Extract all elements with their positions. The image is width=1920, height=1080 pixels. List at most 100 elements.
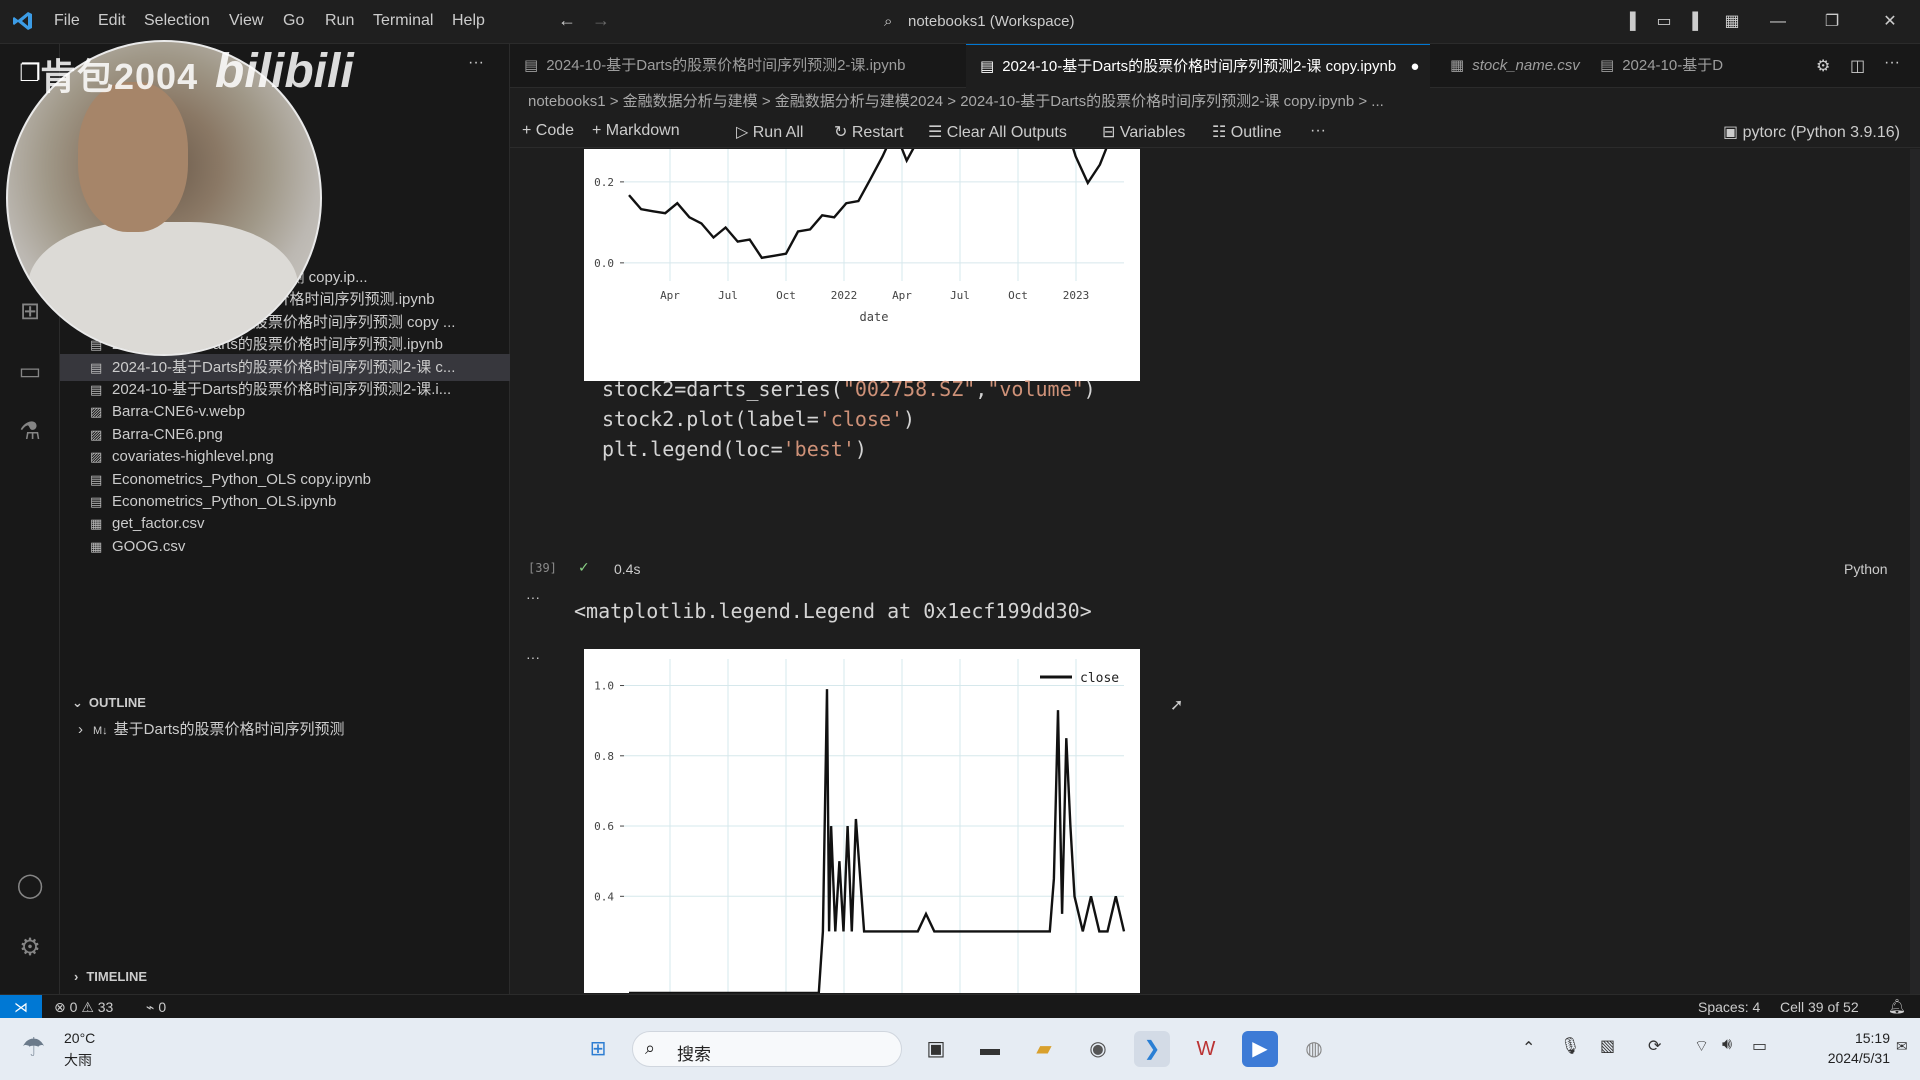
vscode-taskbar-icon[interactable]: ❯: [1134, 1031, 1170, 1067]
weather-desc: 大雨: [64, 1052, 92, 1068]
notebook-editor[interactable]: Apr Jul Oct 2022 Apr Jul Oct 2023 0.0 0.2 date sto…: [510, 149, 1920, 1004]
menu-selection[interactable]: Selection: [144, 12, 210, 30]
add-code-label: Code: [535, 122, 575, 139]
manage-gear-icon[interactable]: ⚙: [14, 932, 46, 964]
menu-edit[interactable]: Edit: [98, 12, 126, 30]
testing-icon[interactable]: ⚗: [14, 416, 46, 448]
clock-date[interactable]: 2024/5/31: [1796, 1050, 1890, 1066]
back-arrow-icon[interactable]: ←: [558, 10, 576, 31]
tab-notebook-copy[interactable]: ▤ 2024-10-基于Darts的股票价格时间序列预测2-课 copy.ipyn…: [966, 44, 1430, 88]
toolbar-more-button[interactable]: ···: [1310, 122, 1326, 140]
indentation-indicator[interactable]: Spaces: 4: [1698, 999, 1760, 1015]
x-tick-label: Apr: [660, 289, 680, 302]
clear-all-outputs-button[interactable]: ☰ Clear All Outputs: [928, 122, 1067, 142]
close-icon[interactable]: ✕: [1874, 8, 1906, 36]
outline-section-header[interactable]: ⌄ OUTLINE: [60, 690, 510, 716]
taskbar-search-box[interactable]: ⌕ 搜索: [632, 1031, 902, 1067]
customize-layout-icon[interactable]: ▦: [1716, 8, 1748, 36]
code-line-1[interactable]: stock2=darts_series("002758.SZ","volume"…: [602, 377, 1096, 401]
windows-start-icon[interactable]: ⊞: [580, 1031, 616, 1067]
taskview-icon[interactable]: ▣: [918, 1031, 954, 1067]
code-line-3[interactable]: plt.legend(loc='best'): [602, 437, 867, 461]
price-plot-output: Apr Jul Oct 2022 Apr Jul Oct 2023 0.0 0.2 date: [584, 149, 1140, 381]
remote-explorer-icon[interactable]: ▭: [14, 356, 46, 388]
accounts-icon[interactable]: ◯: [14, 870, 46, 902]
menu-view[interactable]: View: [229, 12, 263, 30]
y-tick-label: 0.8: [594, 750, 614, 763]
notebook-settings-gear-icon[interactable]: ⚙: [1816, 56, 1830, 76]
tab-label: 2024-10-基于Darts的股票价格时间序列预测2-课 copy.ipynb: [1002, 58, 1397, 75]
outline-icon: ☷: [1212, 124, 1231, 141]
menu-go[interactable]: Go: [283, 12, 304, 30]
add-markdown-cell-button[interactable]: + Markdown: [592, 122, 680, 140]
wps-icon[interactable]: W: [1188, 1031, 1224, 1067]
vscode-logo-icon[interactable]: [12, 10, 34, 32]
tab-notebook-third[interactable]: ▤ 2024-10-基于D: [1586, 44, 1746, 88]
scrollbar[interactable]: [1910, 149, 1920, 1004]
outline-button[interactable]: ☷ Outline: [1212, 122, 1282, 142]
timeline-section-header[interactable]: › TIMELINE: [60, 964, 510, 990]
volume-plot-output: 0.4 0.6 0.8 1.0 close: [584, 649, 1140, 995]
restore-icon[interactable]: ❐: [1816, 8, 1848, 36]
terminal-app-icon[interactable]: ▬: [972, 1031, 1008, 1067]
minimize-icon[interactable]: —: [1762, 8, 1794, 36]
file-item[interactable]: ▦ GOOG.csv: [90, 533, 490, 560]
clock-time[interactable]: 15:19: [1830, 1030, 1890, 1046]
notifications-bell-icon[interactable]: 🔔︎: [1888, 998, 1906, 1015]
tray-app-icon[interactable]: ▧: [1600, 1036, 1615, 1056]
code-line-2[interactable]: stock2.plot(label='close'): [602, 407, 915, 431]
toggle-secondary-sidebar-icon[interactable]: ▌: [1682, 8, 1714, 36]
weather-icon[interactable]: ☂: [22, 1032, 45, 1063]
kernel-picker[interactable]: ▣ pytorc (Python 3.9.16): [1723, 122, 1900, 142]
menu-terminal[interactable]: Terminal: [373, 12, 433, 30]
wifi-icon[interactable]: ⌔: [1694, 1036, 1709, 1056]
split-editor-icon[interactable]: ◫: [1850, 56, 1865, 76]
toggle-panel-icon[interactable]: ▭: [1648, 8, 1680, 36]
explorer-more-icon[interactable]: ···: [468, 54, 484, 72]
menu-help[interactable]: Help: [452, 12, 485, 30]
command-center[interactable]: ⌕ notebooks1 (Workspace): [880, 8, 1200, 36]
unsaved-dot-icon[interactable]: ●: [1410, 58, 1419, 75]
file-item-label: get_factor.csv: [112, 515, 205, 533]
run-all-button[interactable]: ▷ Run All: [736, 122, 803, 142]
add-code-cell-button[interactable]: + Code: [522, 122, 574, 140]
tray-sync-icon[interactable]: ⟳: [1648, 1036, 1661, 1056]
output-more-icon[interactable]: ···: [526, 649, 540, 665]
problems-indicator[interactable]: ⊗ 0 ⚠ 33: [54, 999, 113, 1016]
outline-item[interactable]: › M↓ 基于Darts的股票价格时间序列预测: [78, 716, 478, 743]
breadcrumb[interactable]: notebooks1 > 金融数据分析与建模 > 金融数据分析与建模2024 >…: [528, 90, 1384, 111]
command-center-label: notebooks1 (Workspace): [908, 13, 1075, 30]
chevron-down-icon: ⌄: [72, 695, 83, 710]
cell-position-indicator[interactable]: Cell 39 of 52: [1780, 999, 1859, 1015]
battery-icon[interactable]: ▭: [1752, 1036, 1767, 1056]
notification-center-icon[interactable]: ✉: [1896, 1038, 1908, 1055]
code-token: stock2=darts_series(: [602, 377, 843, 401]
restart-button[interactable]: ↻ Restart: [834, 122, 903, 142]
menu-file[interactable]: File: [54, 12, 80, 30]
variables-button[interactable]: ⊟ Variables: [1102, 122, 1185, 142]
screen-recorder-icon[interactable]: ▶: [1242, 1031, 1278, 1067]
forward-arrow-icon[interactable]: →: [592, 10, 610, 31]
toggle-primary-sidebar-icon[interactable]: ▐: [1614, 8, 1646, 36]
search-icon: ⌕: [884, 13, 893, 30]
microphone-icon[interactable]: 🎙︎: [1560, 1036, 1580, 1056]
x-axis-label: date: [860, 310, 889, 324]
remote-indicator-icon[interactable]: ⋊: [0, 995, 42, 1019]
code-cell[interactable]: stock2=darts_series("002758.SZ","volume"…: [584, 365, 1884, 515]
file-item-label: GOOG.csv: [112, 537, 186, 555]
file-explorer-icon[interactable]: ▰: [1026, 1031, 1062, 1067]
restart-label: Restart: [851, 124, 904, 141]
misc-app-icon[interactable]: ◍: [1296, 1031, 1332, 1067]
notebook-file-icon: ▤: [524, 57, 539, 74]
volume-icon[interactable]: 🔊︎: [1722, 1036, 1732, 1054]
tray-chevron-up-icon[interactable]: ⌃: [1522, 1038, 1535, 1058]
output-more-icon[interactable]: ···: [526, 589, 540, 605]
tab-notebook-original[interactable]: ▤ 2024-10-基于Darts的股票价格时间序列预测2-课.ipynb: [510, 44, 950, 88]
tab-stock-name-csv[interactable]: ▦ stock_name.csv: [1436, 44, 1586, 88]
tab-label: 2024-10-基于Darts的股票价格时间序列预测2-课.ipynb: [546, 57, 906, 74]
chrome-icon[interactable]: ◉: [1080, 1031, 1116, 1067]
cell-language-label[interactable]: Python: [1844, 561, 1888, 577]
editor-more-icon[interactable]: ···: [1884, 54, 1900, 72]
menu-run[interactable]: Run: [325, 12, 354, 30]
ports-indicator[interactable]: ⌁ 0: [146, 999, 166, 1016]
